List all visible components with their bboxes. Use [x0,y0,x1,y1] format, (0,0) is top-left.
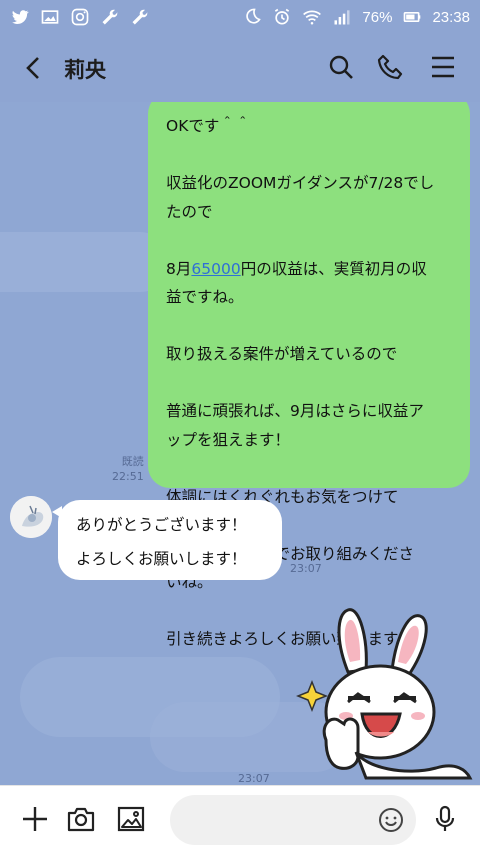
chat-title: 莉央 [64,58,106,82]
battery-icon [402,7,422,27]
plus-button[interactable] [20,804,50,834]
bunny-sticker[interactable] [295,602,480,782]
gallery-icon [117,806,145,832]
emoji-icon [379,808,403,832]
menu-button[interactable] [428,52,458,82]
search-icon [329,55,353,79]
clock: 23:38 [432,8,470,26]
message-line: 普通に頑張れば、9月はさらに収益ア [166,402,424,420]
avatar-image [10,496,52,538]
signal-icon [332,7,352,27]
image-icon [40,7,60,27]
chat-header: 莉央 [0,34,480,102]
mic-button[interactable] [430,804,460,834]
wrench-icon [130,7,150,27]
call-button[interactable] [376,52,406,82]
moon-icon [242,7,262,27]
message-line: ありがとうございます！ [76,516,247,534]
incoming-message[interactable]: ありがとうございます！ よろしくお願いします！ [52,500,282,580]
message-time: 23:07 [238,772,270,785]
message-line: 益ですね。 [166,288,244,306]
contact-avatar[interactable] [10,496,52,538]
back-button[interactable] [20,54,48,82]
alarm-icon [272,7,292,27]
gallery-button[interactable] [116,804,146,834]
background-cloud [0,232,170,292]
message-input[interactable] [186,807,370,835]
number-link[interactable]: 65000 [191,260,240,278]
wrench-icon [100,7,120,27]
message-input-wrapper[interactable] [170,795,416,845]
menu-icon [432,56,454,78]
twitter-icon [10,7,30,27]
message-line: 収益化のZOOMガイダンスが7/28でし [166,174,435,192]
message-line: たので [166,202,213,221]
plus-icon [23,807,47,831]
read-label: 既読 [121,455,144,468]
status-bar: 76% 23:38 [0,0,480,34]
message-composer [0,785,480,853]
search-button[interactable] [326,52,356,82]
sticker-image [295,608,473,780]
message-line: ップを狙えます！ [166,430,291,449]
read-receipt: 既読 22:51 [112,454,144,484]
instagram-icon [70,7,90,27]
wifi-icon [302,7,322,27]
battery-percent: 76% [362,8,393,26]
message-line: 取り扱える案件が増えているので [166,345,398,363]
chat-area[interactable]: OKです＾＾ 収益化のZOOMガイダンスが7/28でし たので 8月65000円… [0,102,480,785]
outgoing-message[interactable]: OKです＾＾ 収益化のZOOMガイダンスが7/28でし たので 8月65000円… [148,102,470,648]
message-time: 22:51 [112,470,144,483]
camera-icon [67,807,95,832]
message-line: よろしくお願いします！ [76,550,247,568]
back-icon [26,57,39,79]
message-line: 8月65000円の収益は、実質初月の収 [166,259,427,278]
camera-button[interactable] [66,804,96,834]
emoji-button[interactable] [378,807,404,833]
message-time: 23:07 [290,562,322,575]
mic-icon [435,805,455,831]
message-line: OKです＾＾ [166,117,251,135]
phone-icon [377,54,403,80]
